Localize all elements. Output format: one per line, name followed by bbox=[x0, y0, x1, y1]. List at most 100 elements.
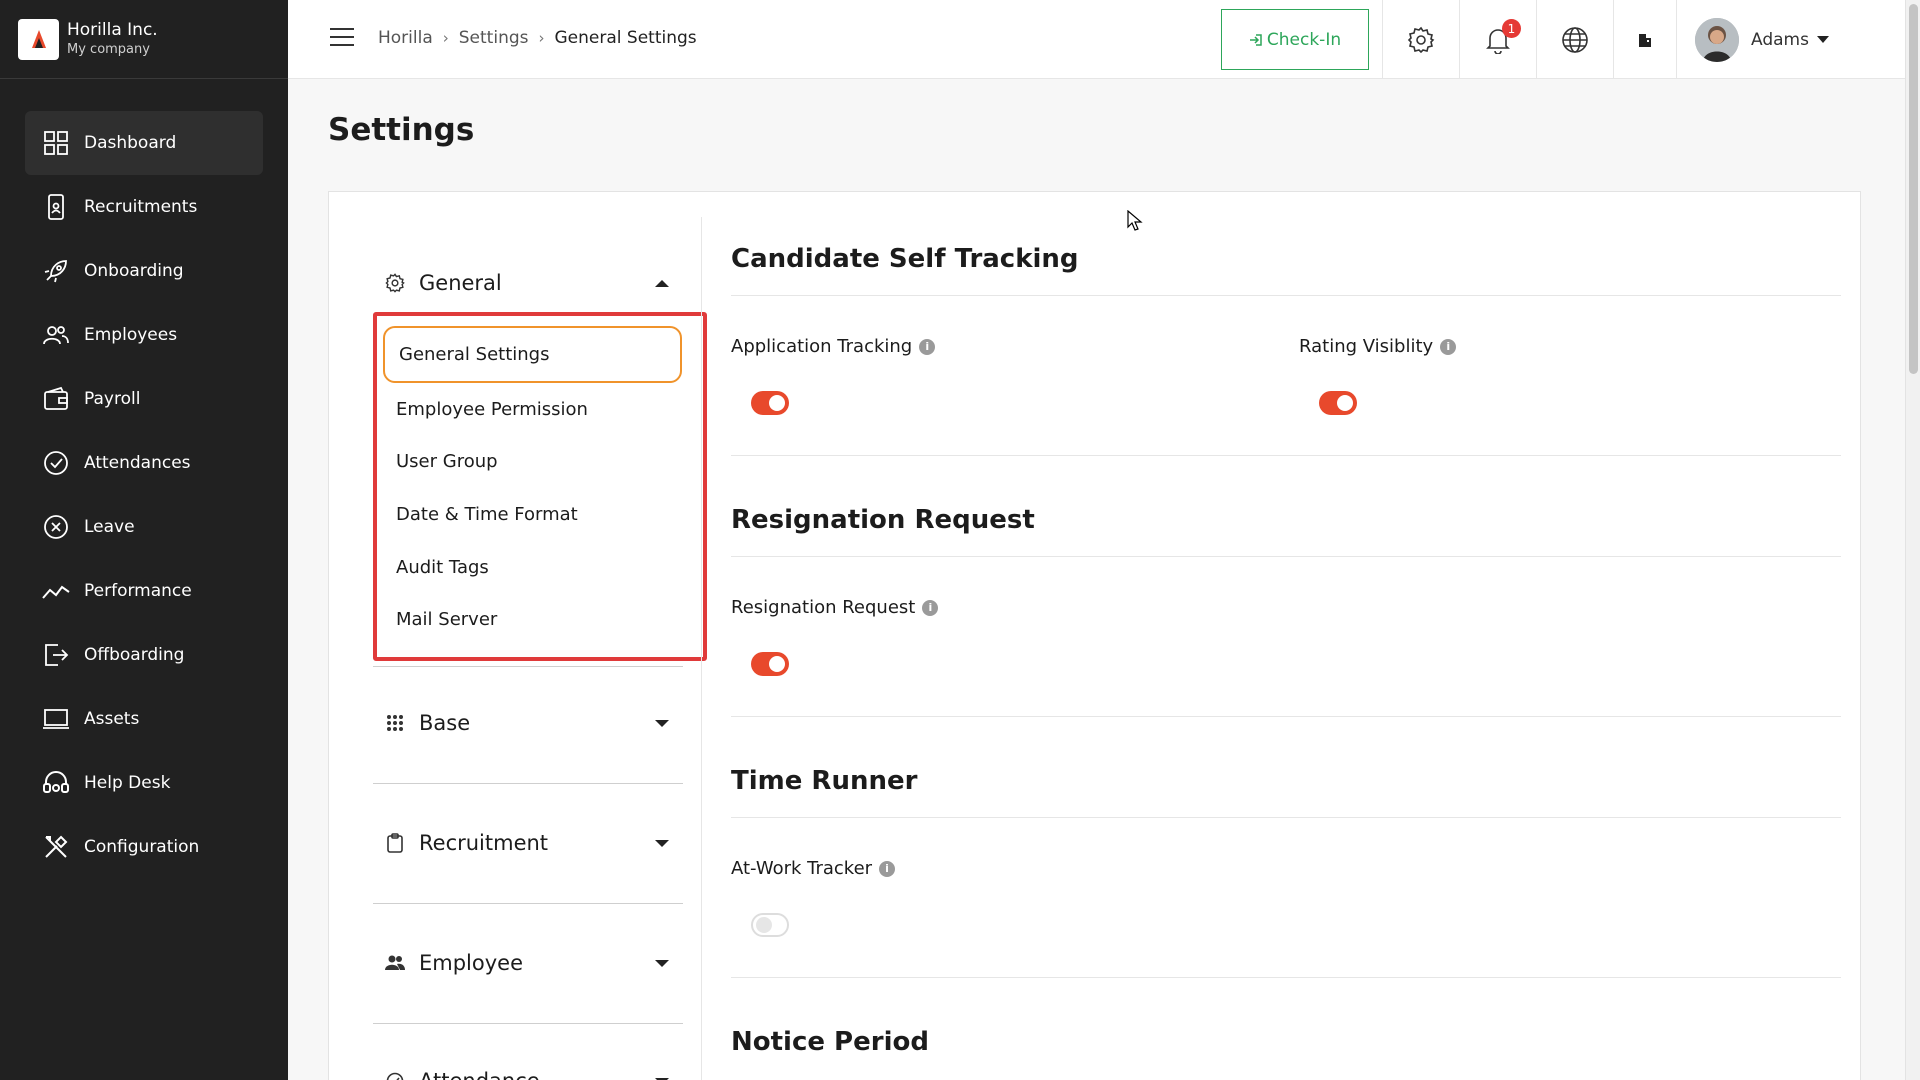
dashboard-grid-icon bbox=[42, 129, 70, 157]
divider bbox=[731, 716, 1841, 717]
building-icon bbox=[1639, 33, 1651, 47]
notification-count-badge: 1 bbox=[1502, 19, 1521, 38]
at-work-tracker-toggle[interactable] bbox=[751, 913, 789, 937]
tools-icon bbox=[42, 833, 70, 861]
section-divider bbox=[373, 783, 683, 784]
sidebar-item-attendances[interactable]: Attendances bbox=[25, 431, 263, 495]
x-circle-icon bbox=[42, 513, 70, 541]
company-logo-icon bbox=[18, 18, 59, 60]
grid-dots-icon bbox=[383, 711, 407, 735]
section-title-resignation: Resignation Request bbox=[731, 505, 1035, 535]
rating-visibility-toggle[interactable] bbox=[1319, 391, 1357, 415]
sidebar-item-onboarding[interactable]: Onboarding bbox=[25, 239, 263, 303]
sidebar-item-dashboard[interactable]: Dashboard bbox=[25, 111, 263, 175]
top-bar: Horilla › Settings › General Settings Ch… bbox=[288, 0, 1905, 79]
vertical-divider bbox=[701, 217, 702, 1080]
clipboard-icon bbox=[383, 831, 407, 855]
submenu-employee-permission[interactable]: Employee Permission bbox=[396, 399, 588, 420]
info-icon[interactable]: i bbox=[922, 599, 939, 616]
section-divider bbox=[373, 666, 683, 667]
menu-toggle-icon[interactable] bbox=[330, 28, 354, 48]
mouse-cursor-icon bbox=[1127, 210, 1143, 231]
sidebar-item-offboarding[interactable]: Offboarding bbox=[25, 623, 263, 687]
chevron-right-icon: › bbox=[442, 29, 449, 47]
avatar bbox=[1695, 17, 1739, 62]
label-text: At-Work Tracker bbox=[731, 858, 873, 879]
notifications-button[interactable]: 1 bbox=[1459, 0, 1535, 79]
company-subtitle: My company bbox=[67, 42, 150, 57]
settings-gear-button[interactable] bbox=[1382, 0, 1458, 79]
sidebar-item-label: Assets bbox=[84, 709, 140, 729]
section-title-candidate: Candidate Self Tracking bbox=[731, 244, 1079, 274]
company-switch-button[interactable] bbox=[1613, 0, 1676, 79]
section-attendance-header[interactable]: Attendance bbox=[373, 1061, 683, 1080]
general-submenu-highlight: General Settings Employee Permission Use… bbox=[373, 312, 707, 661]
sidebar-item-payroll[interactable]: Payroll bbox=[25, 367, 263, 431]
language-button[interactable] bbox=[1536, 0, 1612, 79]
submenu-mail-server[interactable]: Mail Server bbox=[396, 609, 497, 630]
breadcrumb-settings[interactable]: Settings bbox=[459, 28, 529, 48]
submenu-general-settings[interactable]: General Settings bbox=[383, 326, 682, 383]
scrollbar-thumb[interactable] bbox=[1909, 4, 1918, 374]
chevron-down-icon bbox=[655, 719, 669, 727]
sidebar-item-label: Performance bbox=[84, 581, 192, 601]
section-recruitment-header[interactable]: Recruitment bbox=[373, 823, 683, 863]
sidebar-item-help-desk[interactable]: Help Desk bbox=[25, 751, 263, 815]
sidebar-item-label: Attendances bbox=[84, 453, 191, 473]
breadcrumb-current: General Settings bbox=[554, 28, 697, 48]
sidebar-item-assets[interactable]: Assets bbox=[25, 687, 263, 751]
application-tracking-toggle[interactable] bbox=[751, 391, 789, 415]
sidebar-item-label: Leave bbox=[84, 517, 135, 537]
check-in-button[interactable]: Check-In bbox=[1221, 9, 1369, 70]
headset-icon bbox=[42, 769, 70, 797]
sidebar-item-label: Payroll bbox=[84, 389, 141, 409]
section-base-header[interactable]: Base bbox=[373, 703, 683, 743]
sidebar-item-label: Dashboard bbox=[84, 133, 177, 153]
submenu-user-group[interactable]: User Group bbox=[396, 451, 498, 472]
trend-line-icon bbox=[42, 577, 70, 605]
check-circle-icon bbox=[42, 449, 70, 477]
info-icon[interactable]: i bbox=[919, 338, 936, 355]
sidebar-item-label: Configuration bbox=[84, 837, 200, 857]
divider bbox=[731, 977, 1841, 978]
label-text: Application Tracking bbox=[731, 336, 913, 357]
divider bbox=[731, 455, 1841, 456]
sidebar: Horilla Inc. My company Dashboard Recrui… bbox=[0, 0, 288, 1080]
resignation-request-toggle[interactable] bbox=[751, 652, 789, 676]
section-label: Base bbox=[419, 711, 471, 735]
brand[interactable]: Horilla Inc. My company bbox=[0, 0, 288, 79]
phone-user-icon bbox=[42, 193, 70, 221]
sidebar-item-label: Onboarding bbox=[84, 261, 184, 281]
user-menu[interactable]: Adams bbox=[1676, 0, 1851, 79]
section-divider bbox=[373, 1023, 683, 1024]
at-work-tracker-label: At-Work Tracker i bbox=[731, 858, 896, 879]
chevron-right-icon: › bbox=[538, 29, 545, 47]
gear-icon bbox=[1407, 26, 1434, 53]
company-name: Horilla Inc. bbox=[67, 20, 158, 40]
sidebar-item-performance[interactable]: Performance bbox=[25, 559, 263, 623]
globe-icon bbox=[1561, 26, 1588, 53]
chevron-down-icon bbox=[1816, 36, 1829, 43]
section-label: Attendance bbox=[419, 1069, 540, 1080]
submenu-audit-tags[interactable]: Audit Tags bbox=[396, 557, 489, 578]
chevron-up-icon bbox=[655, 279, 669, 287]
divider bbox=[731, 295, 1841, 296]
info-icon[interactable]: i bbox=[879, 860, 896, 877]
sidebar-item-recruitments[interactable]: Recruitments bbox=[25, 175, 263, 239]
breadcrumb-horilla[interactable]: Horilla bbox=[378, 28, 433, 48]
info-icon[interactable]: i bbox=[1440, 338, 1457, 355]
section-employee-header[interactable]: Employee bbox=[373, 943, 683, 983]
section-title-notice-period: Notice Period bbox=[731, 1027, 929, 1057]
sidebar-item-leave[interactable]: Leave bbox=[25, 495, 263, 559]
page-title: Settings bbox=[328, 112, 475, 148]
sidebar-item-configuration[interactable]: Configuration bbox=[25, 815, 263, 879]
sidebar-item-label: Offboarding bbox=[84, 645, 185, 665]
sidebar-item-employees[interactable]: Employees bbox=[25, 303, 263, 367]
users-icon bbox=[42, 321, 70, 349]
exit-icon bbox=[42, 641, 70, 669]
section-general-header[interactable]: General bbox=[373, 263, 683, 303]
section-label: Recruitment bbox=[419, 831, 549, 855]
submenu-date-time-format[interactable]: Date & Time Format bbox=[396, 504, 578, 525]
section-label: General bbox=[419, 271, 502, 295]
page-scrollbar[interactable] bbox=[1905, 0, 1920, 1080]
